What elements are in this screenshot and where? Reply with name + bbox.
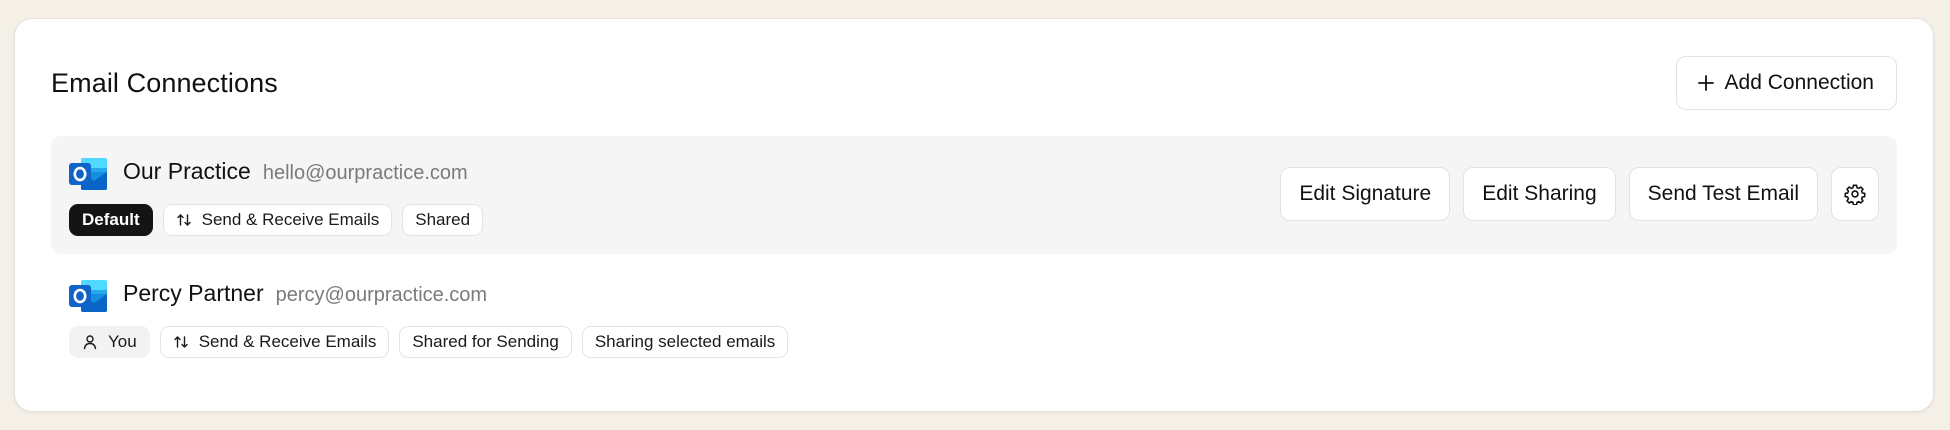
sort-arrows-icon	[173, 336, 188, 348]
outlook-icon	[69, 158, 107, 190]
shared-tag: Shared	[402, 204, 484, 236]
sharing-selected-emails-tag: Sharing selected emails	[581, 326, 789, 358]
you-label: You	[108, 332, 137, 351]
edit-signature-button[interactable]: Edit Signature	[1280, 167, 1451, 221]
connection-name: Our Practice	[123, 158, 251, 184]
connection-actions: Edit Signature Edit Sharing Send Test Em…	[1280, 167, 1879, 221]
add-connection-button[interactable]: Add Connection	[1675, 56, 1897, 110]
connection-tags: Default Send & Receive Emails Shared	[69, 204, 484, 236]
connection-row-our-practice[interactable]: Our Practice hello@ourpractice.com Defau…	[51, 136, 1897, 254]
connection-settings-button[interactable]	[1831, 167, 1879, 221]
connection-tags: You Send & Receive Emails Shared for Sen…	[69, 326, 789, 358]
email-connections-card: Email Connections Add Connection Our Pra…	[14, 18, 1934, 412]
connection-email: hello@ourpractice.com	[262, 162, 468, 184]
send-receive-label: Send & Receive Emails	[198, 332, 377, 351]
send-test-email-button[interactable]: Send Test Email	[1628, 167, 1818, 221]
connection-row-percy-partner[interactable]: Percy Partner percy@ourpractice.com You …	[51, 258, 1897, 376]
send-receive-tag: Send & Receive Emails	[162, 204, 393, 236]
connection-title: Percy Partner percy@ourpractice.com	[123, 280, 487, 307]
connection-title: Our Practice hello@ourpractice.com	[123, 158, 468, 185]
connection-email: percy@ourpractice.com	[275, 284, 488, 306]
plus-icon	[1697, 75, 1714, 91]
default-badge: Default	[69, 204, 153, 236]
sort-arrows-icon	[176, 214, 191, 226]
page-title: Email Connections	[51, 67, 278, 98]
gear-icon	[1844, 184, 1866, 205]
connection-name: Percy Partner	[123, 280, 264, 306]
outlook-icon	[69, 280, 107, 312]
shared-for-sending-tag: Shared for Sending	[399, 326, 572, 358]
send-receive-tag: Send & Receive Emails	[159, 326, 390, 358]
send-receive-label: Send & Receive Emails	[201, 210, 380, 229]
edit-sharing-button[interactable]: Edit Sharing	[1463, 167, 1616, 221]
you-badge: You	[69, 326, 150, 358]
user-icon	[83, 335, 97, 350]
add-connection-label: Add Connection	[1724, 71, 1874, 94]
card-header: Email Connections Add Connection	[51, 55, 1897, 111]
